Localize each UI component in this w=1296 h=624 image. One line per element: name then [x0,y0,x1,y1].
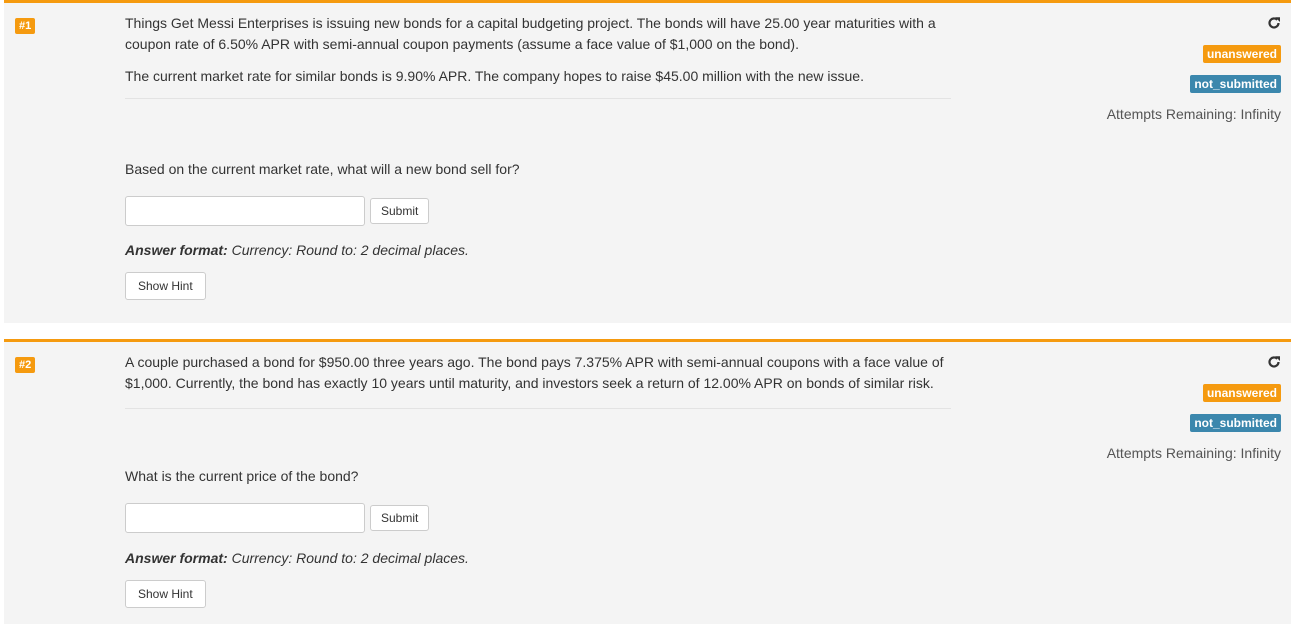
submit-button[interactable]: Submit [370,198,430,224]
submission-badge: not_submitted [1190,414,1281,432]
show-hint-button[interactable]: Show Hint [125,580,206,608]
answer-format: Answer format: Currency: Round to: 2 dec… [125,241,469,259]
answer-format-value: Currency: Round to: 2 decimal places. [231,242,469,258]
answer-format: Answer format: Currency: Round to: 2 dec… [125,549,469,567]
question-body: Things Get Messi Enterprises is issuing … [125,13,955,99]
submit-button[interactable]: Submit [370,505,430,531]
question-status-panel: unanswered not_submitted Attempts Remain… [981,16,1281,123]
divider [125,98,951,99]
attempts-remaining: Attempts Remaining: Infinity [1106,445,1281,461]
question-text: Things Get Messi Enterprises is issuing … [125,15,936,52]
answer-prompt: What is the current price of the bond? [125,468,359,484]
reload-icon[interactable] [1267,16,1281,30]
status-badge: unanswered [1202,45,1281,63]
question-number-badge: #1 [15,18,36,34]
question-card-2: #2 A couple purchased a bond for $950.00… [4,339,1291,624]
question-text: A couple purchased a bond for $950.00 th… [125,354,944,391]
answer-input[interactable] [125,196,365,226]
answer-prompt: Based on the current market rate, what w… [125,161,520,177]
answer-input[interactable] [125,503,365,533]
question-number-badge: #2 [15,357,36,373]
question-body: A couple purchased a bond for $950.00 th… [125,352,955,409]
question-text: The current market rate for similar bond… [125,68,864,84]
submission-badge: not_submitted [1190,75,1281,93]
question-status-panel: unanswered not_submitted Attempts Remain… [981,355,1281,462]
question-card-1: #1 Things Get Messi Enterprises is issui… [4,0,1291,323]
divider [125,408,951,409]
answer-format-label: Answer format: [125,242,228,258]
status-badge: unanswered [1202,384,1281,402]
show-hint-button[interactable]: Show Hint [125,272,206,300]
answer-format-value: Currency: Round to: 2 decimal places. [231,550,469,566]
attempts-remaining: Attempts Remaining: Infinity [1106,106,1281,122]
answer-format-label: Answer format: [125,550,228,566]
reload-icon[interactable] [1267,355,1281,369]
